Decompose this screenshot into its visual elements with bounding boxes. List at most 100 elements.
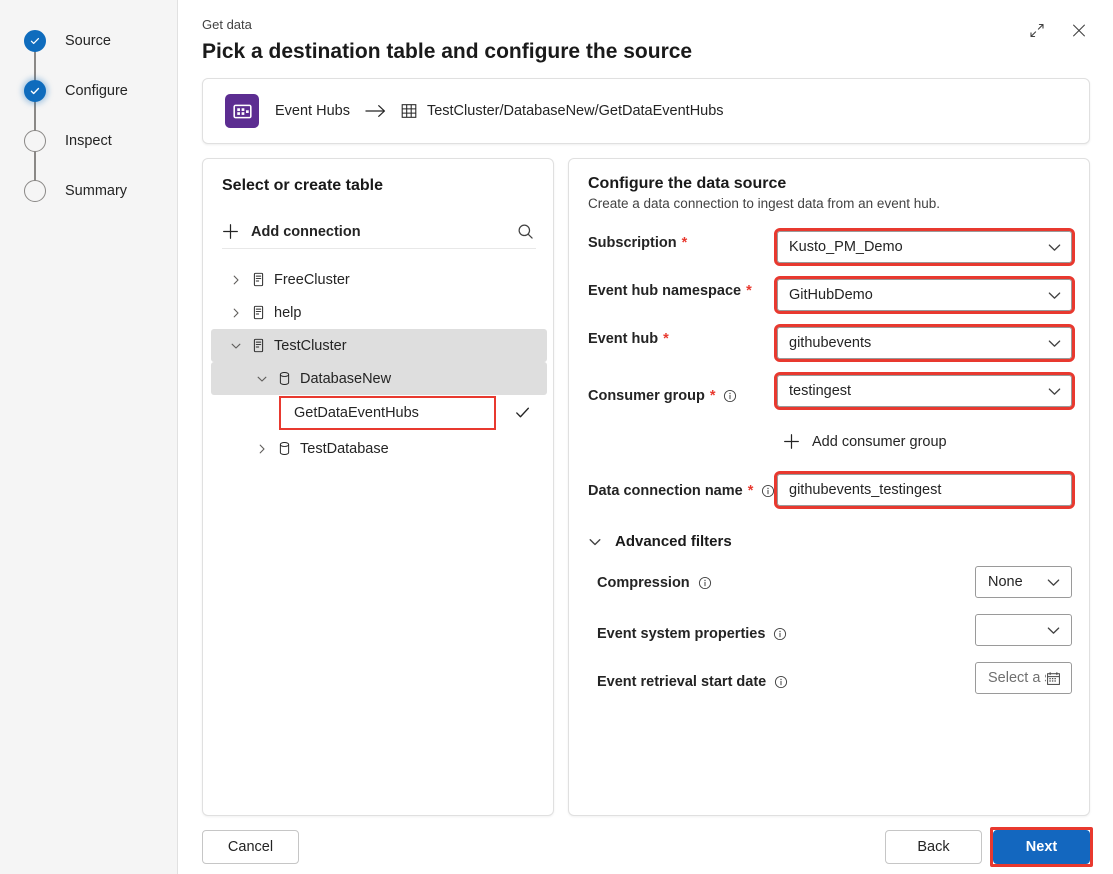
chevron-right-icon[interactable] bbox=[251, 443, 273, 455]
expand-icon[interactable] bbox=[1023, 16, 1051, 44]
consumer-group-label: Consumer group * bbox=[588, 388, 737, 404]
chevron-down-icon bbox=[588, 535, 602, 549]
calendar-icon[interactable] bbox=[1046, 671, 1061, 686]
data-connection-name-input[interactable]: githubevents_testingest bbox=[777, 474, 1072, 506]
cancel-button[interactable]: Cancel bbox=[202, 830, 299, 864]
right-panel-subtitle: Create a data connection to ingest data … bbox=[588, 196, 940, 211]
close-icon[interactable] bbox=[1065, 16, 1093, 44]
destination-path: TestCluster/DatabaseNew/GetDataEventHubs bbox=[401, 103, 724, 119]
required-marker: * bbox=[710, 388, 716, 404]
event-hub-dropdown[interactable]: githubevents bbox=[777, 327, 1072, 359]
step-status-complete-icon bbox=[24, 80, 46, 102]
wizard-step-summary[interactable]: Summary bbox=[24, 179, 127, 203]
wizard-step-source[interactable]: Source bbox=[24, 29, 111, 53]
wizard-progress-rail: Source Configure Inspect Summary bbox=[0, 0, 178, 874]
info-icon[interactable] bbox=[761, 484, 775, 498]
advanced-filters-label: Advanced filters bbox=[615, 533, 732, 550]
connections-tree: FreeCluster help bbox=[211, 263, 547, 465]
namespace-value: GitHubDemo bbox=[789, 287, 1047, 303]
add-consumer-group-button[interactable]: Add consumer group bbox=[783, 433, 947, 450]
tree-item-freecluster[interactable]: FreeCluster bbox=[211, 263, 547, 296]
subscription-dropdown[interactable]: Kusto_PM_Demo bbox=[777, 231, 1072, 263]
back-button[interactable]: Back bbox=[885, 830, 982, 864]
wizard-step-label: Inspect bbox=[65, 133, 112, 149]
add-connection-row: Add connection bbox=[222, 215, 536, 249]
cluster-icon bbox=[247, 338, 269, 353]
step-status-pending-icon bbox=[24, 130, 46, 152]
tree-item-label: DatabaseNew bbox=[300, 371, 391, 387]
database-icon bbox=[273, 441, 295, 456]
tree-item-label: FreeCluster bbox=[274, 272, 350, 288]
subscription-label: Subscription * bbox=[588, 235, 687, 251]
confirm-table-name-icon[interactable] bbox=[514, 404, 531, 426]
page-title: Pick a destination table and configure t… bbox=[202, 38, 692, 66]
get-data-dialog-screen: Source Configure Inspect Summary Get dat… bbox=[0, 0, 1113, 874]
required-marker: * bbox=[746, 283, 752, 299]
compression-label: Compression bbox=[597, 575, 712, 591]
event-retrieval-start-date-placeholder: Select a start date bbox=[988, 670, 1046, 686]
dialog-window-actions bbox=[1023, 16, 1093, 44]
compression-dropdown[interactable]: None bbox=[975, 566, 1072, 598]
add-connection-button[interactable]: Add connection bbox=[222, 223, 361, 240]
configure-data-source-panel: Configure the data source Create a data … bbox=[568, 158, 1090, 816]
chevron-down-icon[interactable] bbox=[225, 340, 247, 352]
dialog-eyebrow: Get data bbox=[202, 16, 692, 34]
info-icon[interactable] bbox=[773, 627, 787, 641]
event-retrieval-start-date-input[interactable]: Select a start date bbox=[975, 662, 1072, 694]
chevron-down-icon bbox=[1046, 623, 1061, 638]
consumer-group-value: testingest bbox=[789, 383, 1047, 399]
add-consumer-group-label: Add consumer group bbox=[812, 434, 947, 450]
tree-item-databasenew[interactable]: DatabaseNew bbox=[211, 362, 547, 395]
tree-item-help[interactable]: help bbox=[211, 296, 547, 329]
select-or-create-table-panel: Select or create table Add connection bbox=[202, 158, 554, 816]
required-marker: * bbox=[748, 483, 754, 499]
wizard-step-label: Source bbox=[65, 33, 111, 49]
new-table-name-input[interactable]: GetDataEventHubs bbox=[279, 396, 496, 430]
advanced-filters-toggle[interactable]: Advanced filters bbox=[588, 533, 732, 550]
left-panel-title: Select or create table bbox=[222, 177, 383, 195]
chevron-down-icon bbox=[1047, 384, 1062, 399]
chevron-down-icon[interactable] bbox=[251, 373, 273, 385]
consumer-group-dropdown[interactable]: testingest bbox=[777, 375, 1072, 407]
chevron-down-icon bbox=[1047, 288, 1062, 303]
event-system-properties-dropdown[interactable] bbox=[975, 614, 1072, 646]
compression-value: None bbox=[988, 574, 1046, 590]
add-connection-label: Add connection bbox=[251, 224, 361, 240]
event-system-properties-label: Event system properties bbox=[597, 626, 787, 642]
chevron-down-icon bbox=[1047, 240, 1062, 255]
plus-icon bbox=[783, 433, 800, 450]
wizard-step-label: Configure bbox=[65, 83, 128, 99]
chevron-right-icon[interactable] bbox=[225, 307, 247, 319]
chevron-down-icon bbox=[1046, 575, 1061, 590]
dialog-header: Get data Pick a destination table and co… bbox=[202, 16, 692, 66]
search-icon[interactable] bbox=[514, 221, 536, 243]
event-retrieval-start-date-label: Event retrieval start date bbox=[597, 674, 788, 690]
chevron-down-icon bbox=[1047, 336, 1062, 351]
next-button-highlight bbox=[990, 827, 1093, 867]
required-marker: * bbox=[663, 331, 669, 347]
new-table-row: GetDataEventHubs bbox=[211, 395, 547, 432]
data-connection-name-value: githubevents_testingest bbox=[789, 482, 1062, 498]
step-status-complete-icon bbox=[24, 30, 46, 52]
dialog-body: Get data Pick a destination table and co… bbox=[178, 0, 1113, 874]
source-type-label: Event Hubs bbox=[275, 103, 350, 119]
right-panel-title: Configure the data source bbox=[588, 175, 940, 193]
tree-item-label: TestCluster bbox=[274, 338, 347, 354]
chevron-right-icon[interactable] bbox=[225, 274, 247, 286]
info-icon[interactable] bbox=[774, 675, 788, 689]
tree-item-label: help bbox=[274, 305, 301, 321]
info-icon[interactable] bbox=[723, 389, 737, 403]
tree-item-testcluster[interactable]: TestCluster bbox=[211, 329, 547, 362]
wizard-step-inspect[interactable]: Inspect bbox=[24, 129, 112, 153]
cluster-icon bbox=[247, 305, 269, 320]
wizard-step-configure[interactable]: Configure bbox=[24, 79, 128, 103]
new-table-name-value: GetDataEventHubs bbox=[294, 405, 419, 421]
database-icon bbox=[273, 371, 295, 386]
info-icon[interactable] bbox=[698, 576, 712, 590]
tree-item-testdatabase[interactable]: TestDatabase bbox=[211, 432, 547, 465]
namespace-dropdown[interactable]: GitHubDemo bbox=[777, 279, 1072, 311]
source-destination-banner: Event Hubs TestCluster/DatabaseNew/GetDa… bbox=[202, 78, 1090, 144]
data-connection-name-label: Data connection name * bbox=[588, 483, 775, 499]
namespace-label: Event hub namespace * bbox=[588, 283, 752, 299]
event-hubs-icon bbox=[225, 94, 259, 128]
